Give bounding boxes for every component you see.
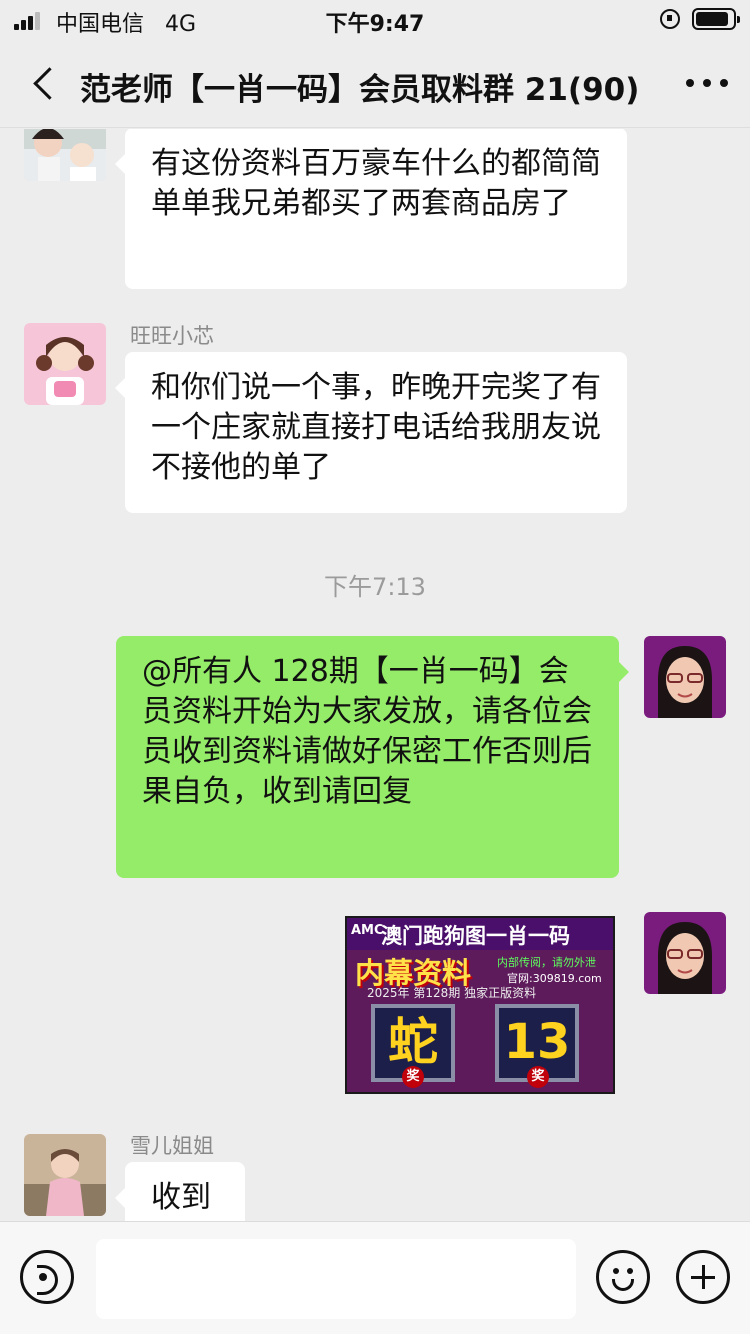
avatar-photo-icon [644,636,726,718]
avatar[interactable] [24,129,106,181]
avatar[interactable] [24,1134,106,1216]
image-message[interactable]: AMC 澳门跑狗图一肖一码 内幕资料 内部传阅，请勿外泄 官网:309819.c… [345,916,615,1094]
poster-logo: AMC [351,923,384,938]
time-separator: 下午7:13 [324,573,426,601]
avatar[interactable] [24,323,106,405]
emoji-mouth [612,1279,634,1291]
message-input[interactable] [96,1239,576,1319]
message-text: @所有人 128期【一肖一码】会员资料开始为大家发放，请各位会员收到资料请做好保… [142,654,592,809]
poster-slogan: 内部传阅，请勿外泄 [497,956,596,969]
battery-icon [692,8,740,30]
poster-title: 澳门跑狗图一肖一码 [381,924,570,948]
message-bubble[interactable]: 有这份资料百万豪车什么的都简简单单我兄弟都买了两套商品房了 [115,129,627,289]
add-button[interactable] [676,1250,730,1304]
input-bar [0,1221,750,1334]
emoji-eye [627,1268,633,1274]
status-bar: 中国电信 4G 下午9:47 [0,0,750,40]
avatar-photo-icon [24,323,106,405]
poster-badge: 奖 [527,1066,549,1088]
message-list[interactable]: 有这份资料百万豪车什么的都简简单单我兄弟都买了两套商品房了 旺旺小芯 和你们说一… [0,129,750,1221]
avatar-photo-icon [644,912,726,994]
sender-name: 旺旺小芯 [130,324,214,348]
message-bubble-outgoing[interactable]: @所有人 128期【一肖一码】会员资料开始为大家发放，请各位会员收到资料请做好保… [116,636,629,878]
chat-header: 范老师【一肖一码】会员取料群 21(90) [0,40,750,128]
avatar-photo-icon [24,1134,106,1216]
message-bubble[interactable]: 和你们说一个事，昨晚开完奖了有一个庄家就直接打电话给我朋友说不接他的单了 [115,352,627,513]
sender-name: 雪儿姐姐 [130,1134,214,1158]
self-avatar[interactable] [644,636,726,718]
status-time: 下午9:47 [325,12,425,37]
chat-title: 范老师【一肖一码】会员取料群 21(90) [80,72,640,108]
voice-button[interactable] [20,1250,74,1304]
message-text: 和你们说一个事，昨晚开完奖了有一个庄家就直接打电话给我朋友说不接他的单了 [151,370,601,485]
battery-fill [696,12,728,26]
more-button[interactable] [682,62,732,102]
emoji-button[interactable] [596,1250,650,1304]
rotation-lock-icon [660,9,680,29]
self-avatar[interactable] [644,912,726,994]
poster-issue: 2025年 第128期 独家正版资料 [367,986,537,1000]
avatar-photo-icon [24,129,106,181]
emoji-eye [613,1268,619,1274]
poster-badge: 奖 [402,1066,424,1088]
back-button[interactable] [26,62,66,106]
message-bubble[interactable]: 收到 [115,1162,245,1221]
message-text: 有这份资料百万豪车什么的都简简单单我兄弟都买了两套商品房了 [151,146,601,221]
message-text: 收到 [151,1180,211,1215]
